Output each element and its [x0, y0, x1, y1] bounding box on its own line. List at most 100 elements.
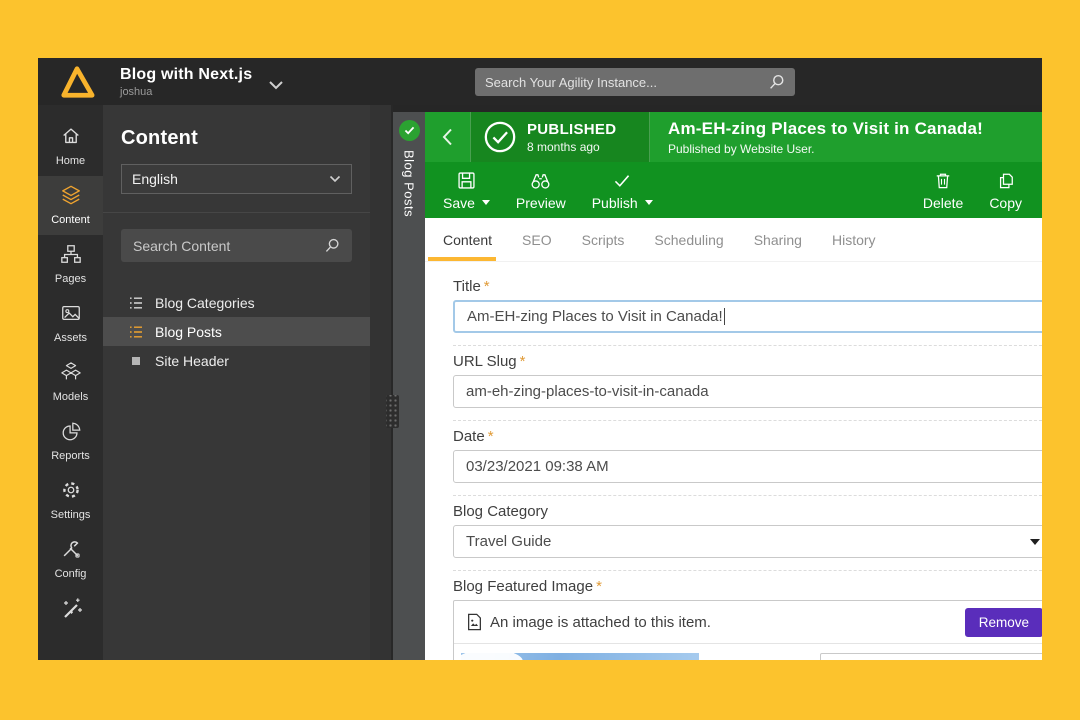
field-title: Title* Am-EH-zing Places to Visit in Can… [453, 278, 1042, 346]
required-marker: * [484, 278, 490, 295]
instance-user: joshua [120, 86, 252, 98]
resize-grip-handle[interactable] [386, 395, 399, 428]
chevron-down-icon [329, 175, 341, 183]
content-panel: Content English Search Content [103, 105, 370, 660]
sidebar-item-reports[interactable]: Reports [38, 412, 103, 471]
sidebar-item-settings[interactable]: Settings [38, 471, 103, 530]
cubes-icon [60, 361, 82, 383]
list-item-blog-posts[interactable]: Blog Posts [103, 317, 370, 346]
field-date: Date* 03/23/2021 09:38 AM [453, 428, 1042, 496]
home-icon [60, 125, 82, 147]
featured-image-box: An image is attached to this item. Remov… [453, 600, 1042, 660]
status-badge-label: PUBLISHED [527, 121, 616, 138]
search-icon [767, 73, 785, 91]
remove-image-button[interactable]: Remove [965, 608, 1042, 637]
status-badge-age: 8 months ago [527, 140, 616, 154]
sidebar-item-models[interactable]: Models [38, 353, 103, 412]
url-slug-label: URL Slug [453, 353, 517, 370]
tools-icon [60, 538, 82, 560]
status-header: PUBLISHED 8 months ago Am-EH-zing Places… [425, 112, 1042, 162]
sidebar-rail: Home Content Pages [38, 105, 103, 660]
title-input[interactable]: Am-EH-zing Places to Visit in Canada! [453, 300, 1042, 333]
attachment-message: An image is attached to this item. [490, 614, 711, 631]
alt-text-input[interactable]: Visit the beautiful Alps in Switzerland [820, 653, 1042, 660]
tab-content[interactable]: Content [443, 232, 492, 248]
sidebar-item-assets[interactable]: Assets [38, 294, 103, 353]
tab-scripts[interactable]: Scripts [582, 232, 625, 248]
list-item-blog-categories[interactable]: Blog Categories [103, 288, 370, 317]
sidebar-item-pages[interactable]: Pages [38, 235, 103, 294]
chevron-down-icon[interactable] [268, 80, 284, 90]
panel-divider [103, 212, 370, 213]
preview-button[interactable]: Preview [516, 170, 566, 211]
list-icon [128, 324, 144, 340]
agility-logo-icon[interactable] [58, 65, 96, 99]
image-icon [60, 302, 82, 324]
required-marker: * [488, 428, 494, 445]
instance-switcher[interactable]: Blog with Next.js joshua [120, 66, 252, 98]
check-icon [611, 170, 633, 191]
list-item-site-header[interactable]: Site Header [103, 346, 370, 375]
binoculars-icon [529, 170, 552, 191]
field-blog-category: Blog Category Travel Guide [453, 503, 1042, 571]
global-search-input[interactable]: Search Your Agility Instance... [475, 68, 795, 96]
top-bar: Blog with Next.js joshua Search Your Agi… [38, 58, 1042, 105]
instance-title: Blog with Next.js [120, 66, 252, 84]
content-definition-list: Blog Categories Blog Posts Site Header [103, 288, 370, 375]
back-button[interactable] [425, 112, 470, 162]
required-marker: * [596, 578, 602, 595]
status-badge: PUBLISHED 8 months ago [470, 112, 650, 162]
blog-category-select[interactable]: Travel Guide [453, 525, 1042, 558]
editor-main: PUBLISHED 8 months ago Am-EH-zing Places… [425, 105, 1042, 660]
content-search-input[interactable]: Search Content [121, 229, 352, 262]
tab-seo[interactable]: SEO [522, 232, 552, 248]
delete-button[interactable]: Delete [923, 170, 963, 211]
tab-sharing[interactable]: Sharing [754, 232, 802, 248]
image-detail-row: Alt Text: Visit the beautiful Alps in Sw… [454, 644, 1042, 660]
sidebar-item-home[interactable]: Home [38, 117, 103, 176]
list-icon [128, 295, 144, 311]
publish-dropdown-caret[interactable] [645, 200, 653, 205]
check-circle-icon [483, 120, 517, 154]
title-label: Title [453, 278, 481, 295]
attached-image-icon [467, 613, 482, 631]
attachment-row: An image is attached to this item. Remov… [454, 601, 1042, 644]
date-input[interactable]: 03/23/2021 09:38 AM [453, 450, 1042, 483]
gear-icon [60, 479, 82, 501]
content-form: Title* Am-EH-zing Places to Visit in Can… [425, 262, 1042, 660]
editor-tab-bar: Content SEO Scripts Scheduling Sharing H… [425, 218, 1042, 262]
panel-gutter [370, 105, 393, 660]
item-tab-blog-posts[interactable]: Blog Posts [393, 105, 425, 660]
pie-chart-icon [60, 420, 82, 442]
magic-wand-icon [59, 597, 83, 621]
search-icon [323, 237, 340, 254]
app-body: Home Content Pages [38, 105, 1042, 660]
publish-button[interactable]: Publish [592, 170, 653, 211]
featured-image-thumbnail[interactable] [461, 653, 699, 660]
blog-category-label: Blog Category [453, 503, 548, 520]
language-selected: English [132, 171, 178, 187]
tab-scheduling[interactable]: Scheduling [654, 232, 723, 248]
sidebar-item-content[interactable]: Content [38, 176, 103, 235]
trash-icon [933, 170, 953, 191]
field-featured-image: Blog Featured Image* An image is attache… [453, 578, 1042, 660]
check-circle-icon [399, 120, 420, 141]
desktop-background: { "topbar": { "instance_title": "Blog wi… [0, 0, 1080, 720]
sidebar-item-assistant[interactable] [38, 589, 103, 635]
field-url-slug: URL Slug* am-eh-zing-places-to-visit-in-… [453, 353, 1042, 421]
language-select[interactable]: English [121, 164, 352, 194]
active-tab-underline [428, 257, 496, 261]
tab-history[interactable]: History [832, 232, 876, 248]
item-title: Am-EH-zing Places to Visit in Canada! [668, 119, 983, 139]
chevron-left-icon [442, 128, 453, 146]
text-cursor [724, 308, 725, 325]
sidebar-item-config[interactable]: Config [38, 530, 103, 589]
copy-button[interactable]: Copy [989, 170, 1022, 211]
action-toolbar: Save Preview Publish [425, 162, 1042, 218]
save-button[interactable]: Save [443, 170, 490, 211]
square-icon [128, 353, 144, 369]
copy-icon [996, 170, 1016, 191]
sitemap-icon [60, 243, 82, 265]
save-dropdown-caret[interactable] [482, 200, 490, 205]
url-slug-input[interactable]: am-eh-zing-places-to-visit-in-canada [453, 375, 1042, 408]
